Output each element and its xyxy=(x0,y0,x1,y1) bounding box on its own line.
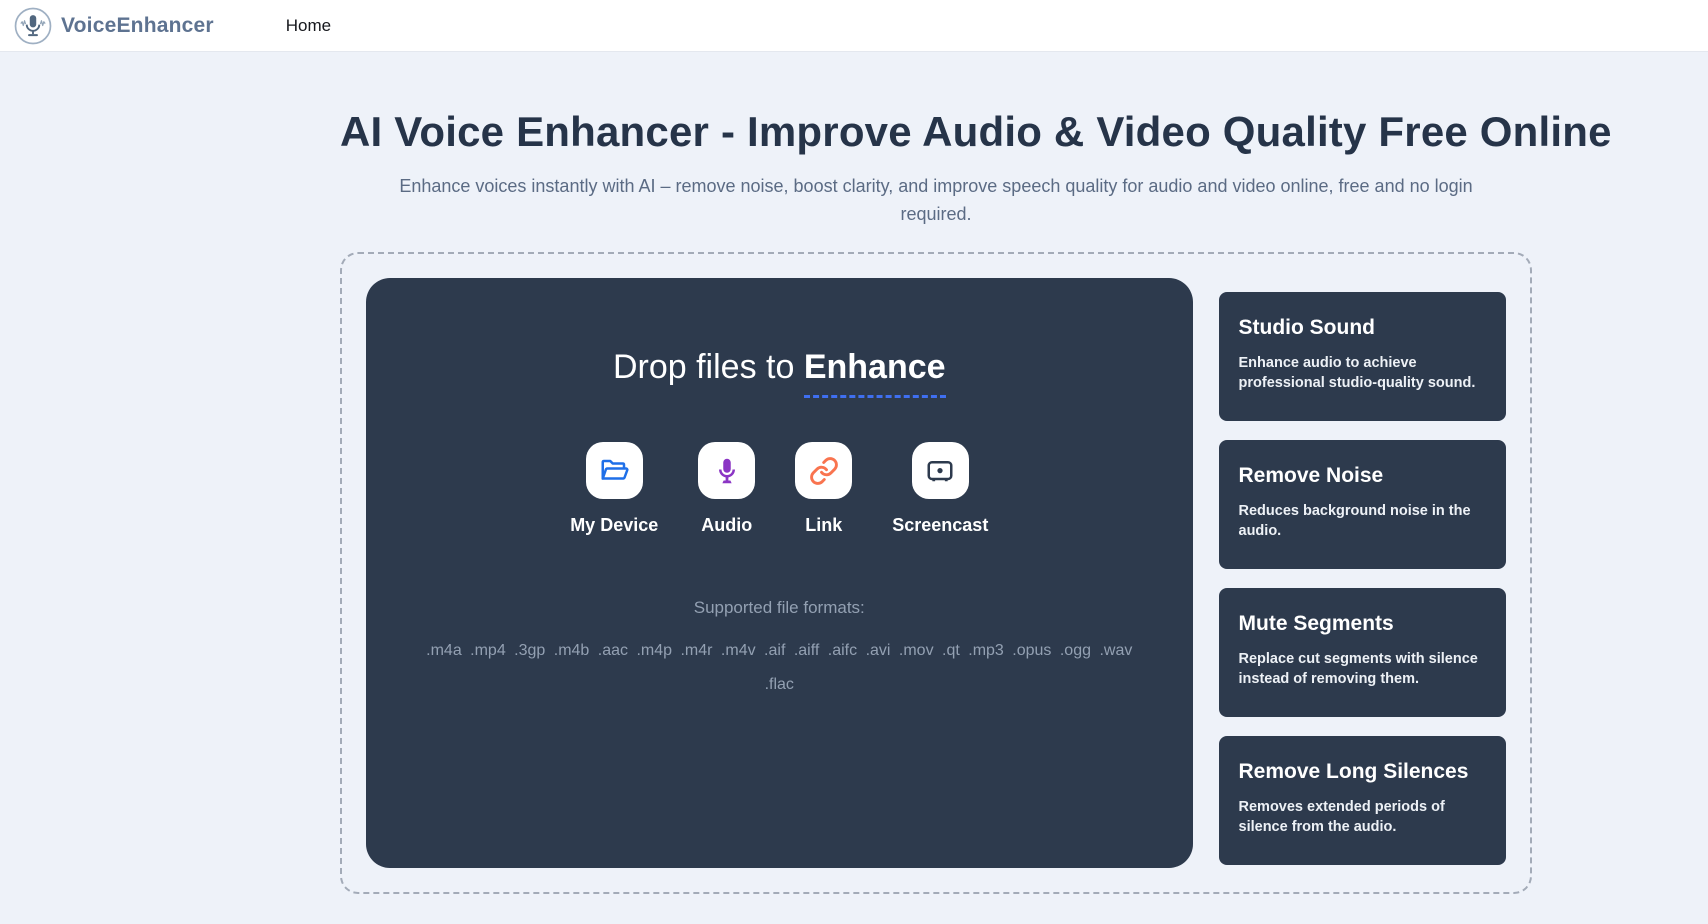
feature-cards-column: Studio Sound Enhance audio to achieve pr… xyxy=(1219,278,1506,868)
screencast-icon xyxy=(912,442,969,499)
file-drop-zone[interactable]: Drop files to Enhance My Device xyxy=(366,278,1193,868)
top-nav: VoiceEnhancer Home xyxy=(0,0,1708,52)
supported-formats-label: Supported file formats: xyxy=(694,598,865,618)
feature-card-mute-segments: Mute Segments Replace cut segments with … xyxy=(1219,588,1506,717)
feature-title: Remove Long Silences xyxy=(1239,760,1486,784)
upload-source-label: My Device xyxy=(570,515,658,536)
upload-source-link[interactable]: Link xyxy=(795,442,852,536)
feature-card-studio-sound: Studio Sound Enhance audio to achieve pr… xyxy=(1219,292,1506,421)
feature-title: Remove Noise xyxy=(1239,464,1486,488)
page-subtitle: Enhance voices instantly with AI – remov… xyxy=(366,172,1506,228)
brand-name: VoiceEnhancer xyxy=(61,14,214,38)
page-title: AI Voice Enhancer - Improve Audio & Vide… xyxy=(340,108,1532,156)
feature-title: Studio Sound xyxy=(1239,316,1486,340)
upload-source-my-device[interactable]: My Device xyxy=(570,442,658,536)
drop-headline: Drop files to Enhance xyxy=(613,348,946,387)
microphone-logo-icon xyxy=(14,7,52,45)
link-icon xyxy=(795,442,852,499)
formats-line-1: .m4a .mp4 .3gp .m4b .aac .m4p .m4r .m4v … xyxy=(399,634,1159,668)
drop-headline-prefix: Drop files to xyxy=(613,348,794,386)
nav-item-home[interactable]: Home xyxy=(286,16,331,36)
feature-description: Removes extended periods of silence from… xyxy=(1239,797,1486,837)
folder-icon xyxy=(586,442,643,499)
upload-source-label: Link xyxy=(805,515,842,536)
feature-card-remove-long-silences: Remove Long Silences Removes extended pe… xyxy=(1219,736,1506,865)
feature-title: Mute Segments xyxy=(1239,612,1486,636)
feature-description: Reduces background noise in the audio. xyxy=(1239,501,1486,541)
feature-description: Enhance audio to achieve professional st… xyxy=(1239,353,1486,393)
microphone-icon xyxy=(698,442,755,499)
brand-logo[interactable]: VoiceEnhancer xyxy=(14,7,214,45)
drop-headline-highlight: Enhance xyxy=(804,348,946,398)
feature-card-remove-noise: Remove Noise Reduces background noise in… xyxy=(1219,440,1506,569)
upload-dashed-container: Drop files to Enhance My Device xyxy=(340,252,1532,894)
upload-source-label: Screencast xyxy=(892,515,988,536)
upload-sources-row: My Device Audio xyxy=(570,442,988,536)
upload-source-label: Audio xyxy=(701,515,752,536)
main-content: AI Voice Enhancer - Improve Audio & Vide… xyxy=(340,52,1532,894)
upload-source-screencast[interactable]: Screencast xyxy=(892,442,988,536)
supported-formats-list: .m4a .mp4 .3gp .m4b .aac .m4p .m4r .m4v … xyxy=(399,634,1159,702)
upload-source-audio[interactable]: Audio xyxy=(698,442,755,536)
formats-line-2: .flac xyxy=(399,668,1159,702)
feature-description: Replace cut segments with silence instea… xyxy=(1239,649,1486,689)
hero-section: AI Voice Enhancer - Improve Audio & Vide… xyxy=(340,52,1532,228)
